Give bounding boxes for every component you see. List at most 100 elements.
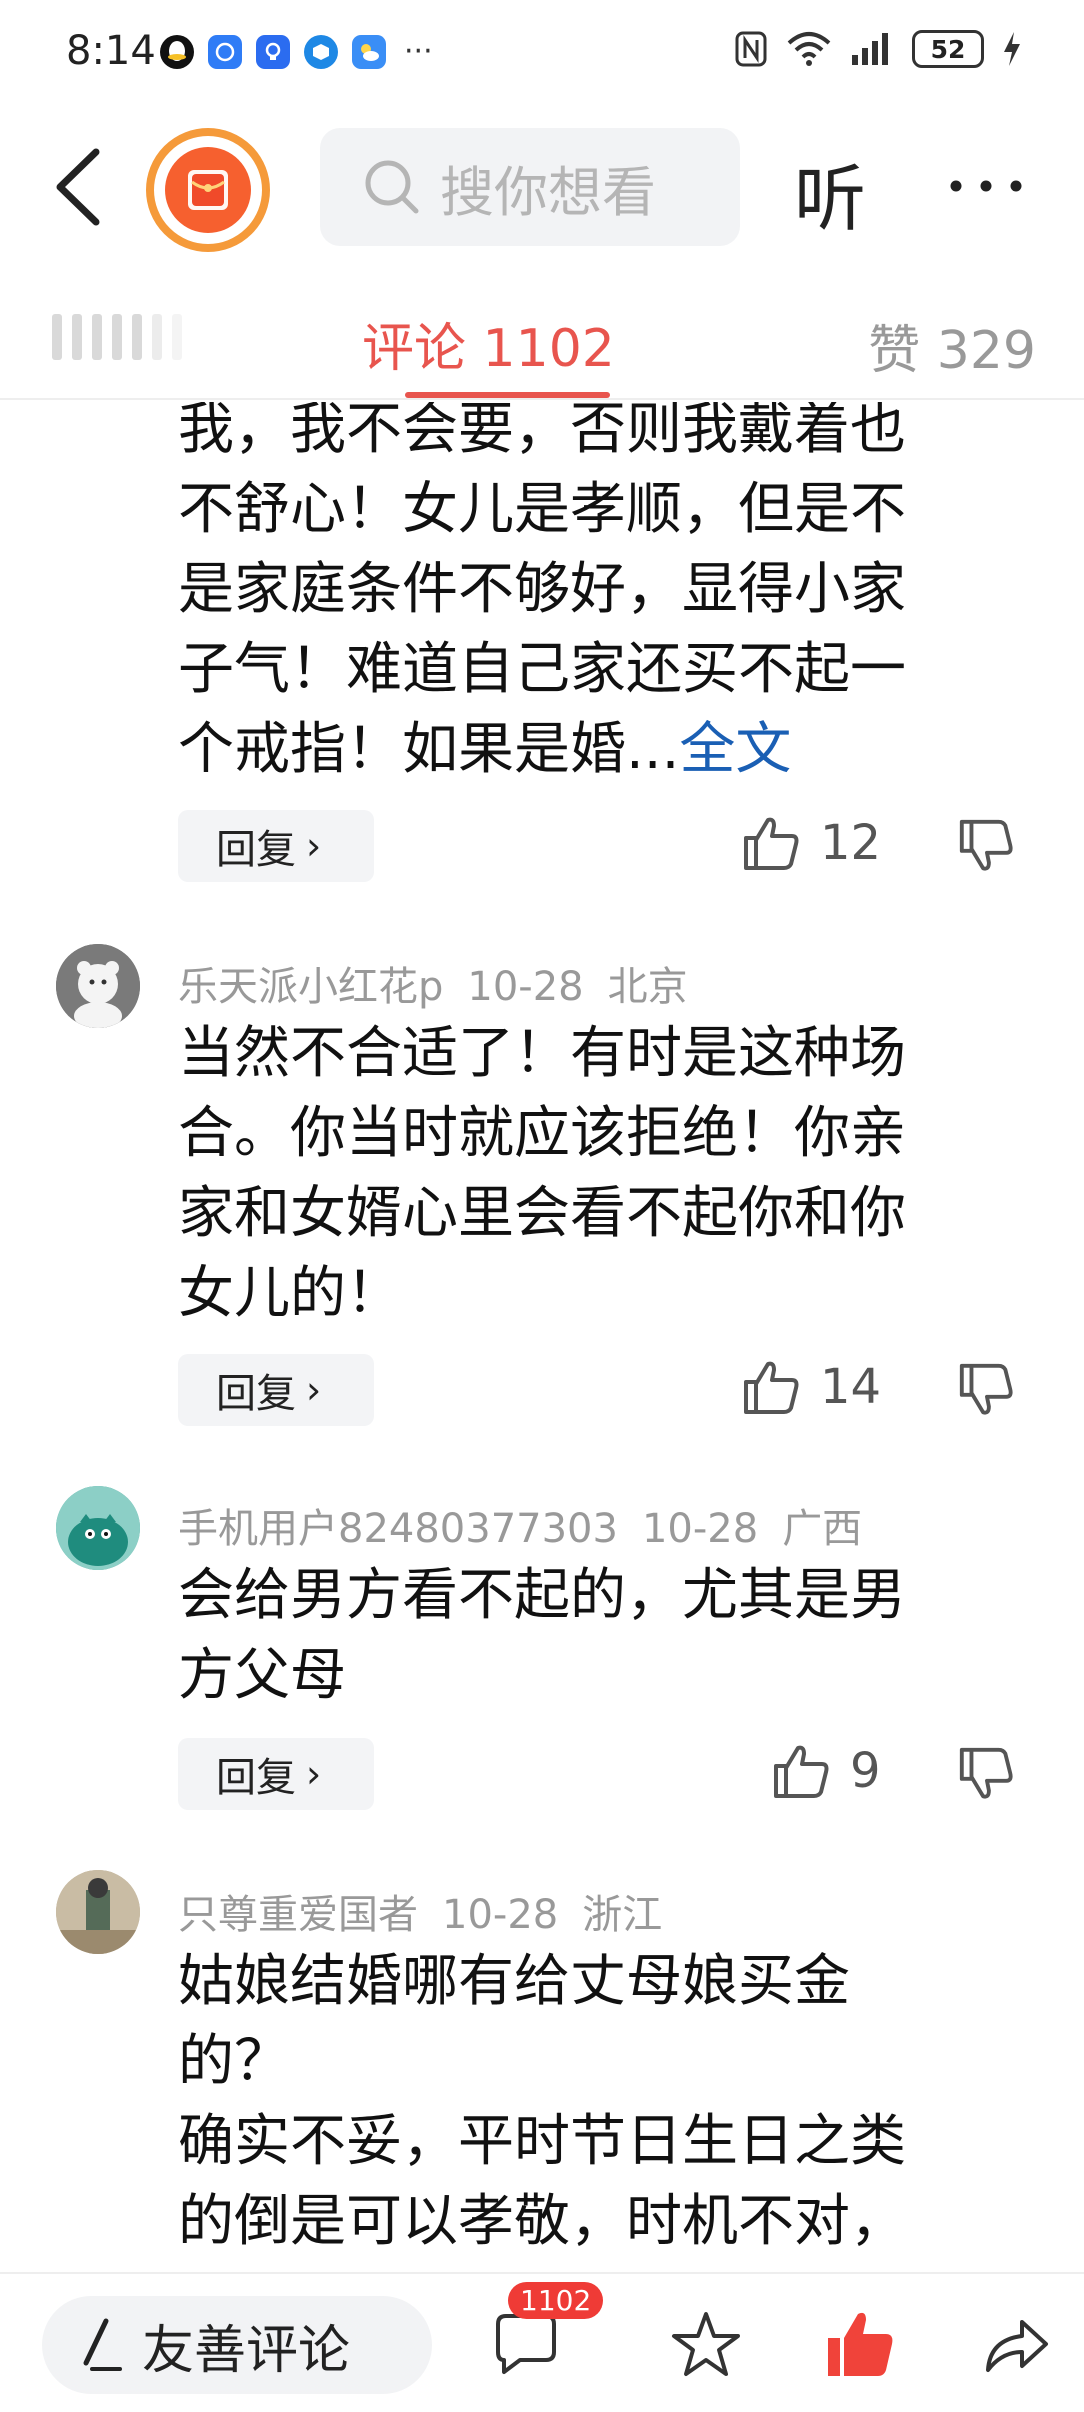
search-icon (365, 160, 419, 214)
comment-author[interactable]: 手机用户82480377303 (178, 1506, 618, 1552)
listen-button[interactable]: 听 (794, 140, 866, 245)
comment-date: 10-28 (442, 1892, 559, 1938)
comment-body: 我，我不会要，否则我戴着也 不舒心！女儿是孝顺，但是不 是家庭条件不够好，显得小… (178, 402, 1008, 790)
comment-line: 会给男方看不起的，尤其是男 (178, 1563, 906, 1628)
like-count: 9 (850, 1743, 881, 1799)
weather-icon (352, 34, 386, 69)
reply-button[interactable]: 回复 › (178, 1738, 374, 1810)
comment-input-label: 友善评论 (142, 2320, 351, 2381)
status-bar: 8:14 ··· 52 (0, 0, 1084, 110)
cube-icon (304, 34, 338, 69)
tab-bar: 评论 1102 赞 329 (0, 280, 1084, 400)
comment-line: 不舒心！女儿是孝顺，但是不 (178, 477, 906, 542)
comment-line: 女儿的！ (178, 1261, 402, 1326)
star-icon[interactable] (666, 2304, 746, 2384)
charging-icon (1004, 32, 1020, 66)
status-more-icon: ··· (404, 34, 433, 69)
chevron-right-icon: › (306, 1752, 322, 1796)
comment-count-badge: 1102 (508, 2282, 604, 2319)
status-app-icons: ··· (160, 34, 433, 69)
comment-location: 北京 (607, 964, 688, 1010)
comment-meta: 只尊重爱国者 10-28 浙江 (178, 1882, 686, 1940)
comment-body: 会给男方看不起的，尤其是男 方父母 (178, 1556, 1008, 1716)
thumbs-up-icon (744, 1361, 799, 1414)
bottom-bar: 友善评论 1102 (0, 2272, 1084, 2412)
battery-indicator: 52 (912, 30, 984, 68)
thumbs-down-icon[interactable] (956, 816, 1016, 876)
comment-line-text: 个戒指！如果是婚... (178, 717, 680, 782)
comment-author[interactable]: 乐天派小红花p (178, 964, 443, 1010)
thumbs-up-icon (774, 1745, 829, 1798)
bulb-icon (256, 34, 290, 69)
comment-body: 当然不合适了！有时是这种场 合。你当时就应该拒绝！你亲 家和女婿心里会看不起你和… (178, 1014, 1008, 1334)
tab-likes-label: 赞 (868, 321, 921, 381)
comment-line: 姑娘结婚哪有给丈母娘买金 (178, 1949, 850, 2014)
like-button[interactable]: 12 (740, 812, 881, 874)
comment-line: 家和女婿心里会看不起你和你 (178, 1181, 906, 1246)
comment-line: 是家庭条件不够好，显得小家 (178, 557, 906, 622)
tab-active-indicator (405, 392, 610, 398)
tab-likes-count: 329 (936, 321, 1036, 381)
thumbs-down-icon[interactable] (956, 1744, 1016, 1804)
chevron-left-icon (56, 148, 100, 226)
red-packet-button[interactable] (146, 128, 270, 252)
avatar[interactable] (56, 1870, 140, 1954)
reply-button[interactable]: 回复 › (178, 810, 374, 882)
avatar[interactable] (56, 944, 140, 1028)
chevron-right-icon: › (306, 824, 322, 868)
like-count: 14 (820, 1359, 882, 1415)
comment-location: 广西 (782, 1506, 863, 1552)
comment-input[interactable]: 友善评论 (42, 2296, 432, 2394)
comment-line: 当然不合适了！有时是这种场 (178, 1021, 906, 1086)
comment-line: 的倒是可以孝敬，时机不对， (178, 2189, 906, 2254)
comment-line: 合。你当时就应该拒绝！你亲 (178, 1101, 906, 1166)
nfc-icon (735, 31, 767, 67)
chevron-right-icon: › (306, 1368, 322, 1412)
back-button[interactable] (40, 142, 120, 232)
comment-line: 方父母 (178, 1643, 346, 1708)
comment-meta: 乐天派小红花p 10-28 北京 (178, 954, 712, 1012)
reply-label: 回复 (216, 1371, 296, 1417)
red-envelope-icon (165, 147, 251, 233)
comment-line: 确实不妥，平时节日生日之类 (178, 2109, 906, 2174)
pen-icon (83, 2318, 122, 2371)
tab-comments-label: 评论 (362, 319, 467, 379)
comment-line: 子气！难道自己家还买不起一 (178, 637, 906, 702)
tab-comments-count: 1102 (482, 319, 615, 379)
header: 搜你想看 听 (0, 110, 1084, 260)
comment-meta: 手机用户82480377303 10-28 广西 (178, 1496, 886, 1554)
more-button[interactable] (948, 152, 1024, 208)
thumbs-down-icon[interactable] (956, 1360, 1016, 1420)
like-button[interactable]: 14 (740, 1356, 881, 1418)
comment-line: 的？ (178, 2029, 290, 2094)
more-icon (950, 180, 1022, 192)
tab-likes[interactable]: 赞 329 (868, 308, 1036, 383)
comment-date: 10-28 (467, 964, 584, 1010)
qq-icon (160, 34, 194, 69)
tab-comments[interactable]: 评论 1102 (362, 306, 615, 381)
signal-icon (852, 33, 888, 65)
comment-line: 我，我不会要，否则我戴着也 (178, 402, 906, 462)
thumbs-up-filled-icon[interactable] (820, 2304, 900, 2384)
avatar[interactable] (56, 1486, 140, 1570)
reply-label: 回复 (216, 1755, 296, 1801)
full-text-link[interactable]: 全文 (679, 717, 791, 782)
like-count: 12 (820, 815, 882, 871)
tab-forwards-blurred[interactable] (52, 314, 182, 360)
share-icon[interactable] (976, 2304, 1056, 2384)
search-placeholder: 搜你想看 (440, 160, 656, 224)
comment-date: 10-28 (641, 1506, 759, 1552)
wifi-icon (787, 32, 831, 66)
browser-icon (208, 34, 242, 69)
comment-list[interactable]: 我，我不会要，否则我戴着也 不舒心！女儿是孝顺，但是不 是家庭条件不够好，显得小… (0, 402, 1084, 2272)
comment-line: 个戒指！如果是婚...全文 (178, 710, 1008, 790)
thumbs-up-icon (744, 817, 799, 870)
search-input[interactable]: 搜你想看 (320, 128, 740, 246)
status-time: 8:14 (66, 28, 156, 74)
like-button[interactable]: 9 (770, 1740, 881, 1802)
comment-body: 姑娘结婚哪有给丈母娘买金 的？ 确实不妥，平时节日生日之类 的倒是可以孝敬，时机… (178, 1942, 1008, 2262)
comment-author[interactable]: 只尊重爱国者 (178, 1892, 418, 1938)
reply-button[interactable]: 回复 › (178, 1354, 374, 1426)
reply-label: 回复 (216, 827, 296, 873)
status-indicators: 52 (734, 30, 1022, 68)
